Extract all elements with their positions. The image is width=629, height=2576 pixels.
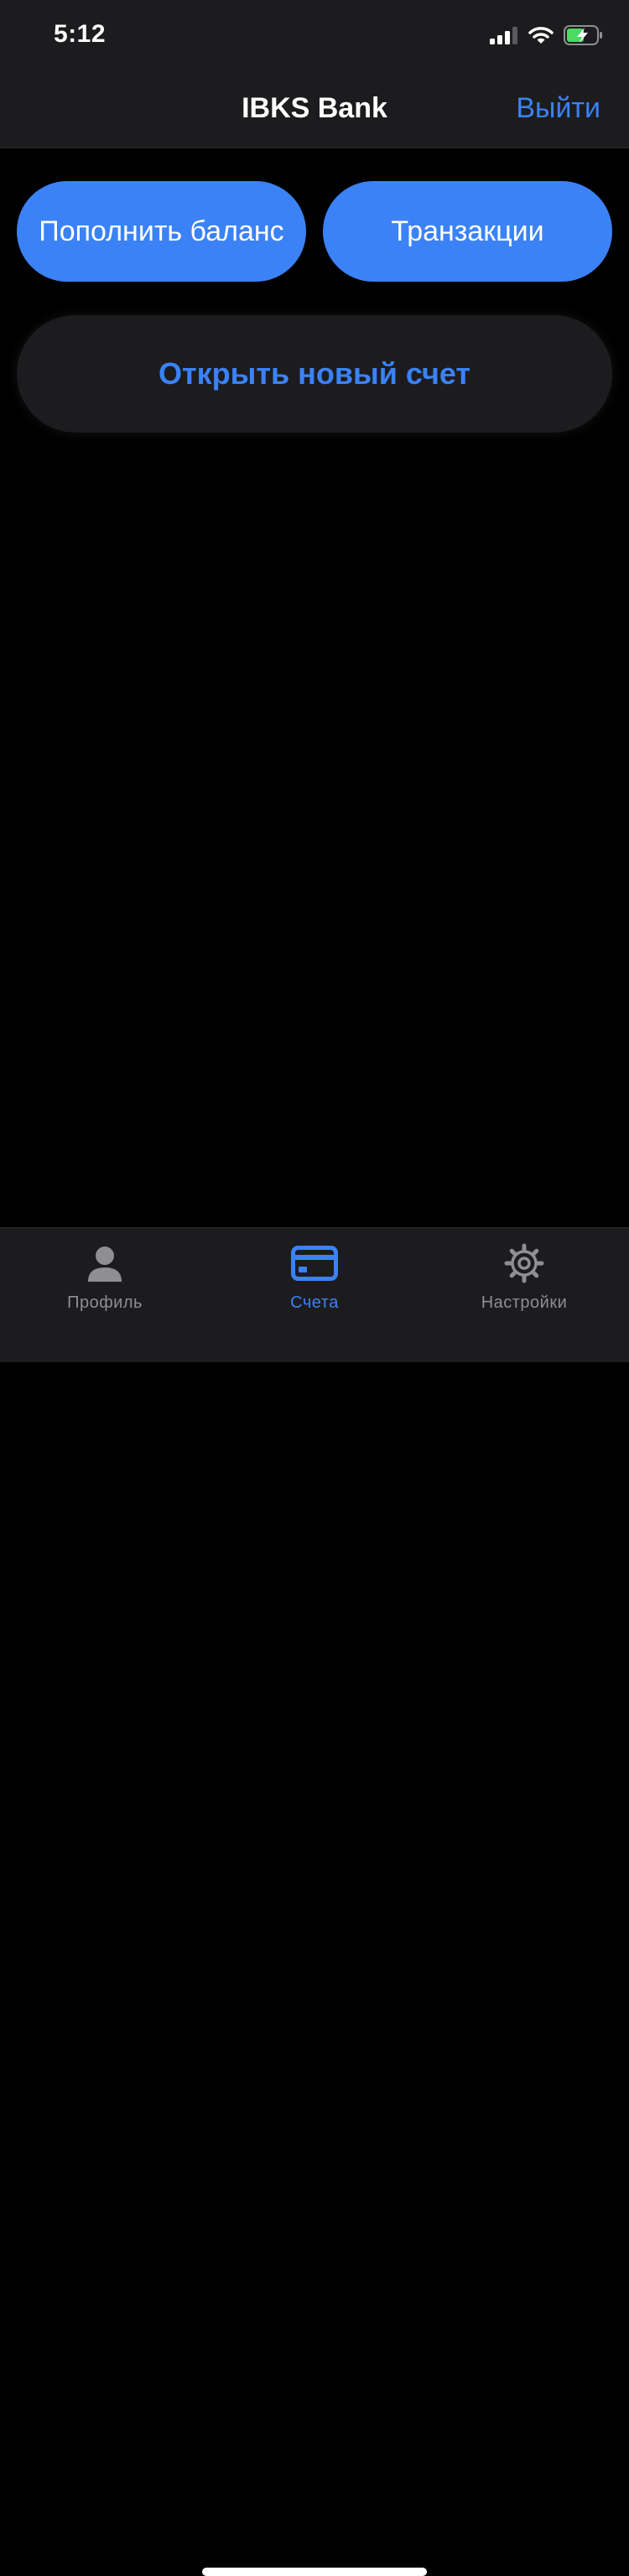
logout-button[interactable]: Выйти <box>516 92 600 125</box>
cellular-signal-icon <box>490 26 518 49</box>
credit-card-icon <box>291 1241 338 1285</box>
tab-settings-label: Настройки <box>481 1293 568 1312</box>
home-indicator <box>202 2568 427 2576</box>
status-time: 5:12 <box>54 20 107 48</box>
tab-accounts[interactable]: Счета <box>210 1228 419 1320</box>
battery-charging-icon <box>564 25 604 49</box>
navigation-bar: IBKS Bank Выйти <box>0 74 629 148</box>
gear-icon <box>503 1241 545 1285</box>
transactions-button[interactable]: Транзакции <box>323 181 612 282</box>
open-new-account-button[interactable]: Открыть новый счет <box>17 315 612 433</box>
status-bar: 5:12 <box>0 0 629 74</box>
tab-accounts-label: Счета <box>290 1293 339 1312</box>
tab-bar: Профиль Счета Настройки <box>0 1227 629 2576</box>
wifi-icon <box>528 26 554 49</box>
status-icons <box>490 25 604 49</box>
tab-profile-label: Профиль <box>67 1293 143 1312</box>
person-icon <box>86 1241 123 1285</box>
tab-profile[interactable]: Профиль <box>0 1228 210 1320</box>
tab-settings[interactable]: Настройки <box>419 1228 629 1320</box>
topup-balance-button[interactable]: Пополнить баланс <box>17 181 306 282</box>
